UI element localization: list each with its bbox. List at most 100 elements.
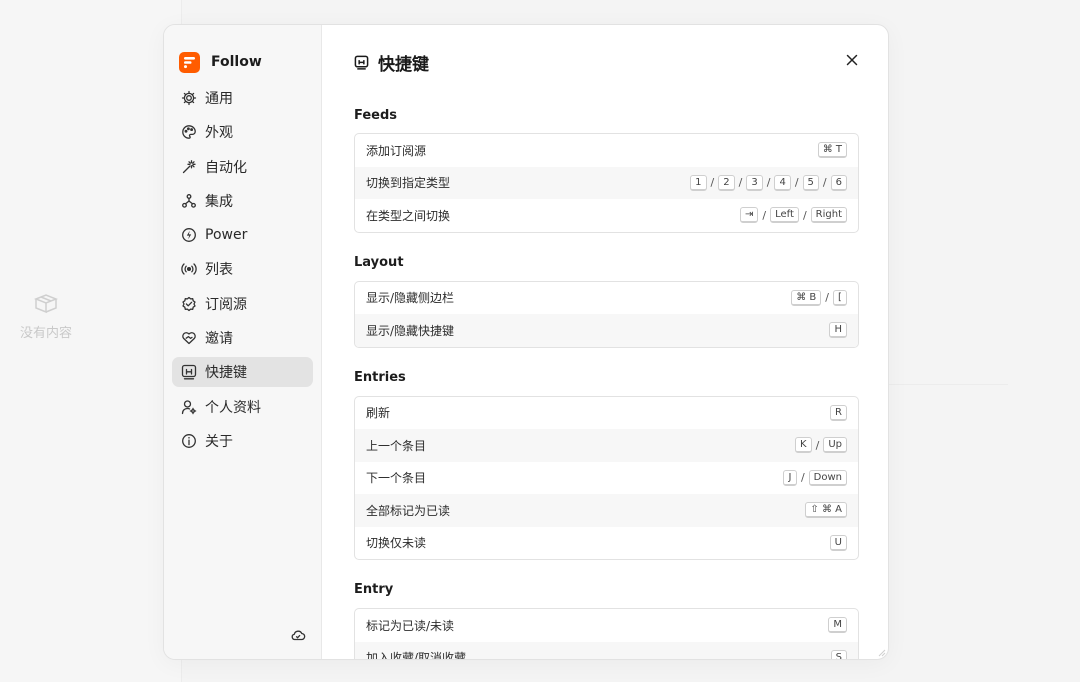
key-badge: K bbox=[795, 437, 812, 454]
key-separator: / bbox=[794, 176, 799, 190]
shortcuts-panel: 快捷键 Feeds 添加订阅源 ⌘ T 切换到指定类型 1/2/3/4/5/6 在类型之间… bbox=[322, 25, 888, 659]
shortcut-keys: J / Down bbox=[782, 469, 847, 486]
empty-state-text: 没有内容 bbox=[19, 326, 72, 341]
sidebar-item-7[interactable]: 订阅源 bbox=[172, 289, 313, 319]
shortcut-card: 标记为已读/未读 M 加入收藏/取消收藏 S bbox=[354, 608, 859, 660]
shortcut-keys: ⌘ T bbox=[817, 142, 847, 159]
integration-icon bbox=[181, 193, 197, 209]
key-badge: J bbox=[782, 469, 797, 486]
shortcut-label: 在类型之间切换 bbox=[366, 208, 451, 223]
key-separator: / bbox=[762, 208, 767, 222]
sync-status-icon[interactable] bbox=[290, 627, 306, 643]
key-badge: S bbox=[830, 649, 847, 659]
section-title: Feeds bbox=[354, 108, 398, 123]
page-title: 快捷键 bbox=[378, 54, 429, 75]
keyboard-shortcut-icon bbox=[181, 364, 197, 380]
shortcut-sections: Feeds 添加订阅源 ⌘ T 切换到指定类型 1/2/3/4/5/6 在类型之间切换 ⇥ /… bbox=[354, 108, 859, 660]
shortcut-keys: ⌘ B / [ bbox=[791, 289, 847, 306]
key-badge: R bbox=[830, 404, 847, 421]
shortcut-label: 下一个条目 bbox=[366, 471, 427, 486]
magic-wand-icon bbox=[181, 159, 197, 175]
key-badge: H bbox=[829, 322, 847, 339]
key-badge: U bbox=[829, 534, 847, 551]
sidebar-item-6[interactable]: 列表 bbox=[172, 254, 313, 284]
gear-icon bbox=[181, 90, 197, 106]
background-entry-column bbox=[0, 0, 182, 682]
key-badge: ⌘ T bbox=[817, 142, 847, 159]
handshake-heart-icon bbox=[181, 330, 197, 346]
section-title: Entries bbox=[354, 369, 406, 385]
sidebar-item-5[interactable]: Power bbox=[172, 220, 313, 250]
shortcut-keys: K / Up bbox=[795, 437, 847, 454]
shortcut-label: 显示/隐藏侧边栏 bbox=[366, 291, 455, 306]
key-separator: / bbox=[815, 438, 820, 452]
key-badge: Right bbox=[810, 207, 847, 224]
shortcut-row: 上一个条目 K / Up bbox=[355, 429, 858, 462]
shortcut-keys: 1/2/3/4/5/6 bbox=[690, 174, 847, 191]
sidebar-item-10[interactable]: 个人资料 bbox=[172, 392, 313, 422]
shortcut-section: Entry 标记为已读/未读 M 加入收藏/取消收藏 S bbox=[354, 582, 859, 660]
shortcut-label: 上一个条目 bbox=[366, 438, 427, 453]
key-badge: 2 bbox=[718, 174, 735, 191]
sidebar-item-label: 订阅源 bbox=[205, 296, 247, 313]
sidebar-item-label: 外观 bbox=[205, 125, 233, 142]
key-separator: / bbox=[802, 208, 807, 222]
shortcut-keys: ⇥ / Left / Right bbox=[740, 207, 847, 224]
key-badge: 5 bbox=[802, 174, 819, 191]
palette-icon bbox=[181, 124, 197, 140]
shortcut-label: 切换到指定类型 bbox=[366, 176, 451, 191]
key-badge: ⇥ bbox=[740, 207, 759, 224]
shortcut-keys: R bbox=[830, 404, 847, 421]
shortcut-row: 显示/隐藏快捷键 H bbox=[355, 314, 858, 347]
page-header: 快捷键 bbox=[354, 52, 859, 75]
sidebar-item-9[interactable]: 快捷键 bbox=[172, 357, 313, 388]
shortcut-label: 加入收藏/取消收藏 bbox=[366, 651, 467, 660]
info-icon bbox=[181, 433, 197, 449]
sidebar-item-8[interactable]: 邀请 bbox=[172, 323, 313, 353]
sidebar-item-label: 列表 bbox=[205, 262, 233, 279]
empty-box-icon bbox=[33, 294, 59, 314]
key-separator: / bbox=[766, 176, 771, 190]
sidebar-item-11[interactable]: 关于 bbox=[172, 426, 313, 456]
key-badge: 3 bbox=[746, 174, 763, 191]
sidebar-item-label: 个人资料 bbox=[205, 399, 261, 416]
settings-nav: 通用外观自动化集成 Power 列表订阅源邀请快捷键个人资料关于 bbox=[172, 83, 313, 456]
sidebar-item-2[interactable]: 外观 bbox=[172, 117, 313, 147]
sidebar-item-1[interactable]: 通用 bbox=[172, 83, 313, 113]
shortcut-keys: S bbox=[830, 649, 847, 659]
sidebar-item-label: 关于 bbox=[205, 433, 233, 450]
shortcut-section: Entries 刷新 R 上一个条目 K / Up 下一个条目 J / Down 全部标记为已读 ⇧ ⌘… bbox=[354, 369, 859, 560]
key-badge: ⇧ ⌘ A bbox=[805, 502, 847, 519]
sidebar-item-label: 自动化 bbox=[205, 159, 247, 176]
key-badge: M bbox=[828, 617, 847, 634]
shortcut-label: 刷新 bbox=[366, 406, 391, 421]
shortcut-card: 添加订阅源 ⌘ T 切换到指定类型 1/2/3/4/5/6 在类型之间切换 ⇥ / Left /… bbox=[354, 133, 859, 233]
shortcut-row: 刷新 R bbox=[355, 397, 858, 430]
key-badge: ⌘ B bbox=[791, 289, 822, 306]
key-badge: Down bbox=[808, 469, 847, 486]
sidebar-item-3[interactable]: 自动化 bbox=[172, 152, 313, 182]
key-badge: Left bbox=[770, 207, 799, 224]
key-badge: 4 bbox=[774, 174, 791, 191]
resize-handle-icon[interactable] bbox=[876, 647, 886, 657]
section-title: Layout bbox=[354, 254, 404, 270]
settings-modal: Follow 通用 外观 自动化 集成 Power 列表 订阅源 邀请 快捷键 个人资料 关于 快捷… bbox=[163, 24, 889, 660]
brand-name: Follow bbox=[211, 54, 262, 70]
key-badge: Up bbox=[823, 437, 847, 454]
shortcut-row: 在类型之间切换 ⇥ / Left / Right bbox=[355, 199, 858, 232]
close-icon[interactable] bbox=[845, 53, 859, 67]
sidebar-item-label: Power bbox=[205, 227, 248, 244]
shortcut-keys: ⇧ ⌘ A bbox=[805, 502, 847, 519]
keyboard-shortcut-icon bbox=[354, 55, 369, 70]
sidebar-item-4[interactable]: 集成 bbox=[172, 186, 313, 216]
key-separator: / bbox=[822, 176, 827, 190]
sidebar-item-label: 通用 bbox=[205, 91, 233, 107]
key-separator: / bbox=[710, 176, 715, 190]
shortcut-row: 添加订阅源 ⌘ T bbox=[355, 134, 858, 167]
shortcut-row: 全部标记为已读 ⇧ ⌘ A bbox=[355, 494, 858, 527]
key-separator: / bbox=[738, 176, 743, 190]
sidebar-item-label: 快捷键 bbox=[205, 365, 247, 382]
shortcut-label: 全部标记为已读 bbox=[366, 503, 451, 518]
sidebar-item-label: 邀请 bbox=[205, 331, 233, 348]
shortcut-keys: U bbox=[829, 534, 847, 551]
